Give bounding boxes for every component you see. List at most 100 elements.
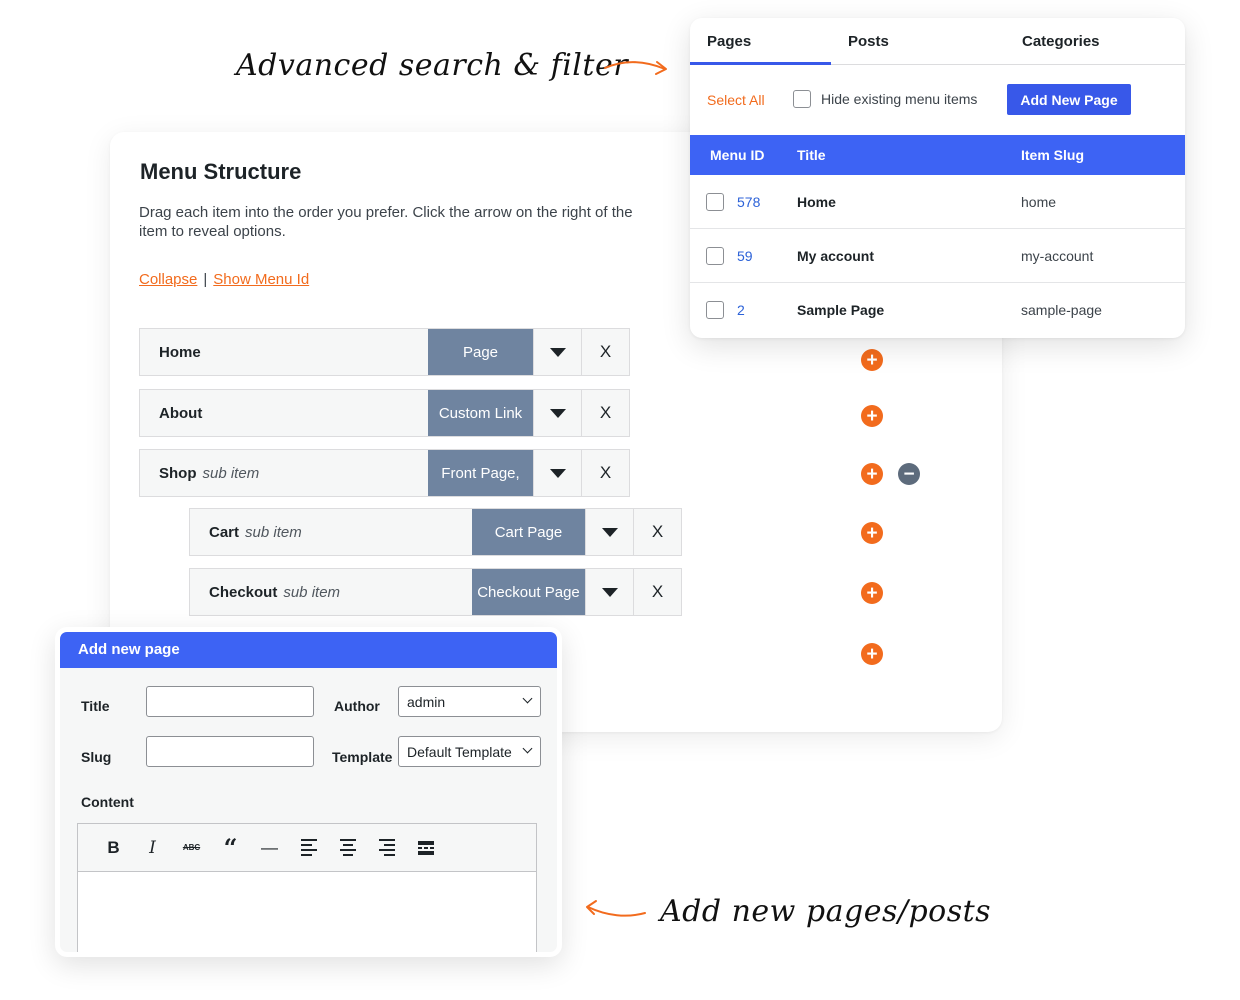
title-label: Title [81, 698, 110, 714]
filter-tabs: Pages Posts Categories [690, 18, 1185, 65]
add-new-page-panel: Add new page Title Author admin Slug Tem… [55, 627, 562, 957]
row-title: My account [797, 248, 875, 264]
remove-item-button[interactable]: X [581, 329, 629, 375]
row-menu-id: 578 [737, 194, 761, 210]
hide-existing-toggle[interactable]: Hide existing menu items [793, 90, 977, 108]
chevron-down-icon [522, 743, 533, 754]
menu-item-checkout[interactable]: Checkout sub item Checkout Page X [189, 568, 682, 616]
add-item-icon[interactable]: + [861, 405, 883, 427]
remove-item-icon[interactable]: − [898, 463, 920, 485]
row-slug: my-account [1021, 248, 1094, 264]
sub-item-tag: sub item [202, 464, 260, 482]
blockquote-icon[interactable]: “ [211, 833, 250, 863]
menu-structure-title: Menu Structure [140, 159, 302, 184]
caret-down-icon [601, 587, 618, 597]
read-more-icon[interactable] [406, 833, 445, 863]
horizontal-rule-icon[interactable]: — [250, 833, 289, 863]
link-separator: | [203, 271, 208, 288]
row-menu-id: 2 [737, 302, 745, 318]
add-page-header: Add new page [60, 632, 557, 668]
menu-item-type-badge: Page [428, 329, 533, 375]
menu-item-type-badge: Custom Link [428, 390, 533, 436]
arrow-left-icon [586, 900, 646, 917]
menu-item-type-badge: Cart Page [472, 509, 585, 555]
remove-item-button[interactable]: X [633, 569, 681, 615]
arrow-right-icon [604, 61, 667, 75]
menu-item-type-badge: Front Page, [428, 450, 533, 496]
italic-icon[interactable]: I [133, 833, 172, 863]
remove-item-button[interactable]: X [581, 390, 629, 436]
show-menu-id-link[interactable]: Show Menu Id [213, 271, 309, 288]
menu-item-type-badge: Checkout Page [472, 569, 585, 615]
add-new-page-button[interactable]: Add New Page [1007, 84, 1131, 115]
expand-arrow-button[interactable] [533, 450, 581, 496]
annotation-add-pages: Add new pages/posts [660, 894, 992, 929]
tab-posts[interactable]: Posts [848, 33, 889, 50]
active-tab-indicator [690, 62, 831, 65]
content-editor[interactable]: B I ABC “ — [77, 823, 537, 952]
column-title[interactable]: Title [797, 147, 826, 163]
row-menu-id: 59 [737, 248, 753, 264]
expand-arrow-button[interactable] [585, 509, 633, 555]
slug-label: Slug [81, 749, 112, 765]
add-item-icon[interactable]: + [861, 463, 883, 485]
editor-toolbar: B I ABC “ — [78, 824, 536, 872]
author-select[interactable]: admin [398, 686, 541, 717]
hide-existing-checkbox[interactable] [793, 90, 811, 108]
align-left-icon[interactable] [289, 833, 328, 863]
row-checkbox[interactable] [706, 193, 724, 211]
author-label: Author [334, 698, 380, 714]
caret-down-icon [549, 347, 566, 357]
column-menu-id[interactable]: Menu ID [710, 147, 764, 163]
tab-pages[interactable]: Pages [707, 33, 751, 50]
row-title: Home [797, 194, 836, 210]
bold-icon[interactable]: B [94, 833, 133, 863]
remove-item-button[interactable]: X [633, 509, 681, 555]
table-row[interactable]: 578 Home home [690, 175, 1185, 229]
author-value: admin [407, 694, 446, 710]
add-item-icon[interactable]: + [861, 522, 883, 544]
tab-categories[interactable]: Categories [1022, 33, 1100, 50]
menu-item-cart[interactable]: Cart sub item Cart Page X [189, 508, 682, 556]
menu-item-shop[interactable]: Shop sub item Front Page, X [139, 449, 630, 497]
template-value: Default Template [407, 744, 512, 760]
menu-item-about[interactable]: About Custom Link X [139, 389, 630, 437]
menu-item-label: Shop sub item [159, 464, 260, 482]
strikethrough-icon[interactable]: ABC [172, 833, 211, 863]
title-field[interactable] [146, 686, 314, 717]
expand-arrow-button[interactable] [585, 569, 633, 615]
table-row[interactable]: 2 Sample Page sample-page [690, 283, 1185, 337]
row-title: Sample Page [797, 302, 885, 318]
slug-field[interactable] [146, 736, 314, 767]
column-item-slug[interactable]: Item Slug [1021, 147, 1084, 163]
add-item-icon[interactable]: + [861, 582, 883, 604]
expand-arrow-button[interactable] [533, 329, 581, 375]
sub-item-tag: sub item [245, 523, 302, 541]
search-filter-card: Pages Posts Categories Select All Hide e… [690, 18, 1185, 338]
caret-down-icon [601, 527, 618, 537]
annotation-search-filter: Advanced search & filter [236, 48, 629, 83]
menu-item-home[interactable]: Home Page X [139, 328, 630, 376]
select-all-link[interactable]: Select All [707, 92, 765, 108]
row-checkbox[interactable] [706, 247, 724, 265]
row-slug: sample-page [1021, 302, 1102, 318]
sub-item-tag: sub item [283, 583, 341, 601]
remove-item-button[interactable]: X [581, 450, 629, 496]
align-right-icon[interactable] [367, 833, 406, 863]
table-row[interactable]: 59 My account my-account [690, 229, 1185, 283]
chevron-down-icon [522, 693, 533, 704]
collapse-link[interactable]: Collapse [139, 271, 197, 288]
template-select[interactable]: Default Template [398, 736, 541, 767]
add-item-icon[interactable]: + [861, 643, 883, 665]
menu-item-label: About [159, 404, 203, 422]
menu-structure-description: Drag each item into the order you prefer… [139, 204, 633, 240]
align-center-icon[interactable] [328, 833, 367, 863]
template-label: Template [332, 749, 393, 765]
hide-existing-label: Hide existing menu items [821, 91, 978, 107]
add-item-icon[interactable]: + [861, 349, 883, 371]
row-checkbox[interactable] [706, 301, 724, 319]
caret-down-icon [549, 408, 566, 418]
caret-down-icon [549, 468, 566, 478]
menu-item-label: Cart sub item [209, 523, 302, 541]
expand-arrow-button[interactable] [533, 390, 581, 436]
